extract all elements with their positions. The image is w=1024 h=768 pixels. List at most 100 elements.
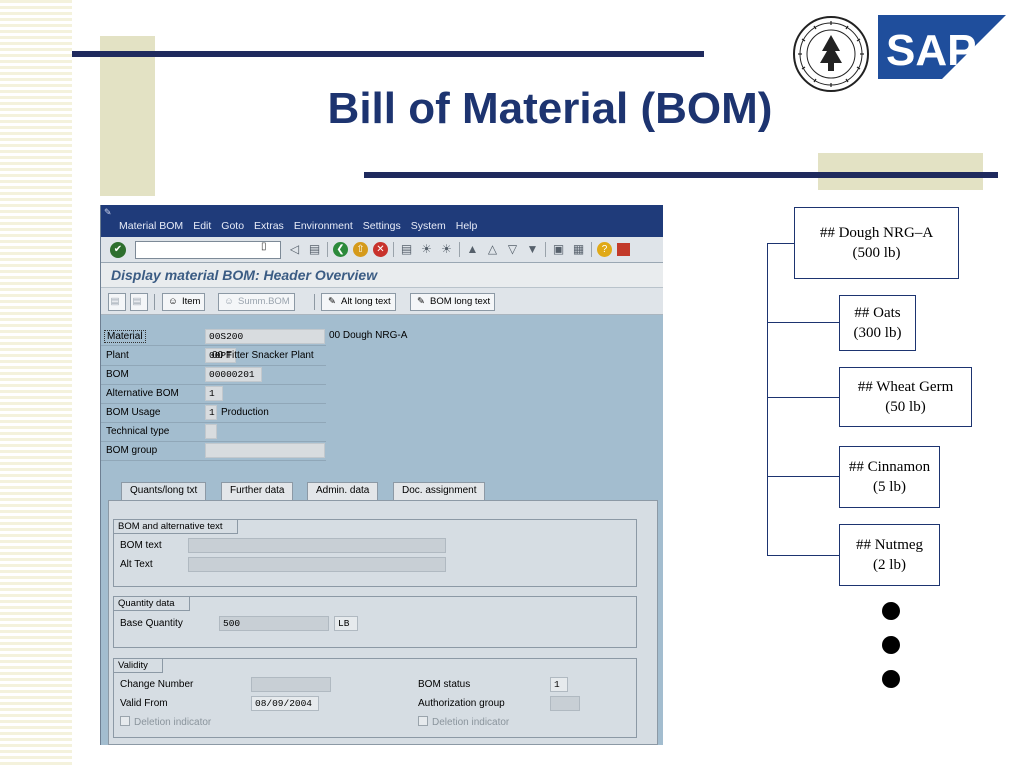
- checkbox-box: [120, 716, 130, 726]
- alternative-bom-label: Alternative BOM: [106, 388, 179, 399]
- toolbar-icons: ◁ ▤ ❮ ⇧ ✕ ▤ ☀ ☀ ▲ △ ▽ ▼ ▣ ▦ ?: [287, 241, 630, 257]
- toolbar-separator: [591, 241, 592, 257]
- sap-gui-window: ✎ Material BOM Edit Goto Extras Environm…: [100, 205, 663, 745]
- other-bom-button[interactable]: ▤: [130, 293, 148, 311]
- cancel-icon[interactable]: ✕: [373, 241, 388, 257]
- bom-usage-label: BOM Usage: [106, 407, 161, 418]
- toolbar-separator: [393, 241, 394, 257]
- bom-usage-field[interactable]: 1: [205, 405, 217, 420]
- alt-text-label: Alt Text: [120, 559, 153, 570]
- next-page-icon[interactable]: ▽: [505, 241, 520, 257]
- menu-help[interactable]: Help: [456, 220, 478, 232]
- exit-icon[interactable]: ⇧: [353, 241, 368, 257]
- person-icon: ☺: [224, 296, 234, 307]
- svg-text:SAP: SAP: [886, 26, 976, 75]
- left-stripe-band: [0, 0, 72, 768]
- toolbar-separator: [327, 241, 328, 257]
- first-page-icon[interactable]: ▲: [465, 241, 480, 257]
- field-separator: [101, 441, 326, 442]
- item-button[interactable]: ☺ Item: [162, 293, 206, 311]
- validity-group: Validity Change Number Valid From 08/09/…: [113, 658, 637, 738]
- command-dropdown-icon[interactable]: ▯: [261, 241, 267, 252]
- tab-quants-long-txt[interactable]: Quants/long txt: [121, 482, 207, 500]
- menu-settings[interactable]: Settings: [363, 220, 401, 232]
- deletion-indicator-checkbox-2[interactable]: Deletion indicator: [418, 716, 509, 728]
- find-icon[interactable]: ☀: [419, 241, 434, 257]
- enter-icon[interactable]: ✔: [110, 242, 126, 258]
- authorization-group-label: Authorization group: [418, 698, 505, 709]
- bom-group-field[interactable]: [205, 443, 325, 458]
- previous-page-icon[interactable]: △: [485, 241, 500, 257]
- bom-long-text-button[interactable]: ✎ BOM long text: [410, 293, 496, 311]
- change-display-icon: ▤: [110, 296, 120, 307]
- edit-pencil-icon: ✎: [417, 296, 425, 307]
- valid-from-field[interactable]: 08/09/2004: [251, 696, 319, 711]
- unit-field[interactable]: LB: [334, 616, 358, 631]
- command-field[interactable]: [135, 241, 281, 259]
- bom-text-field[interactable]: [188, 538, 446, 553]
- base-quantity-label: Base Quantity: [120, 618, 183, 629]
- tree-connector-cinnamon: [767, 476, 839, 477]
- plant-label: Plant: [106, 350, 129, 361]
- menu-bar: ✎ Material BOM Edit Goto Extras Environm…: [101, 205, 663, 237]
- ellipsis-dot-icon: [882, 636, 900, 654]
- change-display-button[interactable]: ▤: [108, 293, 126, 311]
- bom-group-label: BOM group: [106, 445, 158, 456]
- validity-group-title: Validity: [114, 659, 163, 673]
- shortcut-icon[interactable]: ▦: [571, 241, 586, 257]
- quantity-data-group: Quantity data Base Quantity 500 LB: [113, 596, 637, 648]
- quantity-data-group-title: Quantity data: [114, 597, 190, 611]
- base-quantity-field[interactable]: 500: [219, 616, 329, 631]
- save-icon[interactable]: ▤: [307, 241, 322, 257]
- change-number-label: Change Number: [120, 679, 194, 690]
- menu-material-bom[interactable]: Material BOM: [119, 220, 183, 232]
- bom-status-field[interactable]: 1: [550, 677, 568, 692]
- alt-long-text-button[interactable]: ✎ Alt long text: [321, 293, 396, 311]
- material-field[interactable]: 00S200: [205, 329, 325, 344]
- menu-edit[interactable]: Edit: [193, 220, 211, 232]
- tab-further-data[interactable]: Further data: [221, 482, 294, 500]
- tree-connector-wheat-germ: [767, 397, 839, 398]
- material-description: 00 Dough NRG-A: [329, 330, 408, 341]
- alternative-bom-field[interactable]: 1: [205, 386, 223, 401]
- document-icon: ▤: [132, 296, 142, 307]
- print-icon[interactable]: ▤: [399, 241, 414, 257]
- menu-environment[interactable]: Environment: [294, 220, 353, 232]
- valid-from-label: Valid From: [120, 698, 168, 709]
- menu-goto[interactable]: Goto: [221, 220, 244, 232]
- bom-tree-node-cinnamon: ## Cinnamon (5 lb): [839, 446, 940, 508]
- alt-text-field[interactable]: [188, 557, 446, 572]
- change-number-field[interactable]: [251, 677, 331, 692]
- authorization-group-field[interactable]: [550, 696, 580, 711]
- sap-logo: SAP: [878, 15, 1006, 79]
- bom-tree-node-oats: ## Oats (300 lb): [839, 295, 916, 351]
- layout-menu-icon[interactable]: [617, 242, 630, 256]
- bom-text-group: BOM and alternative text BOM text Alt Te…: [113, 519, 637, 587]
- tab-doc-assignment[interactable]: Doc. assignment: [393, 482, 486, 500]
- university-seal-icon: [793, 16, 869, 92]
- back-icon[interactable]: ❮: [333, 241, 348, 257]
- menu-system[interactable]: System: [411, 220, 446, 232]
- tree-connector-nutmeg: [767, 555, 839, 556]
- bom-field[interactable]: 00000201: [205, 367, 262, 382]
- deletion-indicator-checkbox[interactable]: Deletion indicator: [120, 716, 211, 728]
- menu-extras[interactable]: Extras: [254, 220, 284, 232]
- find-next-icon[interactable]: ☀: [439, 241, 454, 257]
- bom-status-label: BOM status: [418, 679, 471, 690]
- screen-title: Display material BOM: Header Overview: [111, 267, 378, 283]
- last-page-icon[interactable]: ▼: [525, 241, 540, 257]
- bom-text-group-title: BOM and alternative text: [114, 520, 238, 534]
- toolbar-separator: [545, 241, 546, 257]
- tab-admin-data[interactable]: Admin. data: [307, 482, 379, 500]
- tab-panel: BOM and alternative text BOM text Alt Te…: [108, 500, 658, 745]
- technical-type-field[interactable]: [205, 424, 217, 439]
- alt-long-text-button-label: Alt long text: [341, 296, 391, 307]
- summ-bom-button[interactable]: ☺ Summ.BOM: [218, 293, 295, 311]
- system-menu-icon[interactable]: ✎: [104, 207, 112, 218]
- bom-tree-node-wheat-germ: ## Wheat Germ (50 lb): [839, 367, 972, 427]
- new-session-icon[interactable]: ▣: [551, 241, 566, 257]
- help-icon[interactable]: ?: [597, 241, 612, 257]
- item-button-label: Item: [182, 296, 201, 307]
- back-arrow-icon[interactable]: ◁: [287, 241, 302, 257]
- ellipsis-dot-icon: [882, 602, 900, 620]
